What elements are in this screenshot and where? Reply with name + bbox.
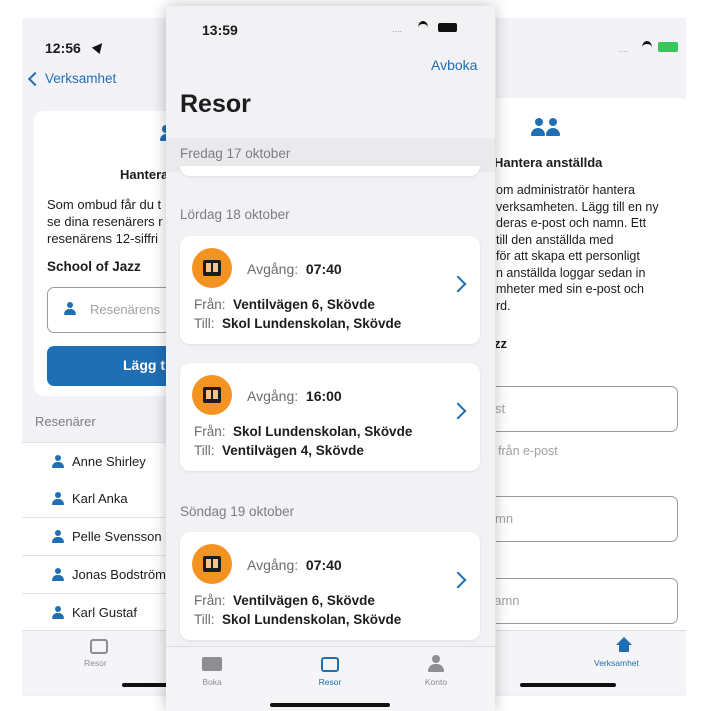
last-name-field[interactable]: namn <box>496 578 678 624</box>
email-field[interactable]: st <box>496 386 678 432</box>
chevron-left-icon <box>27 71 43 86</box>
trip-to: Till: Skol Lundenskolan, Skövde <box>194 316 402 331</box>
tab-bar: Boka Resor Konto <box>166 646 495 711</box>
fetch-email-hint[interactable]: från e-post <box>498 444 558 458</box>
main-screen: 13:59 .... Avboka Resor Fredag 17 oktobe… <box>166 6 495 711</box>
chevron-right-icon <box>449 571 467 589</box>
calendar-icon[interactable] <box>90 639 108 654</box>
status-time: 13:59 <box>202 22 238 38</box>
page-title: Resor <box>180 90 251 118</box>
school-book-icon <box>192 375 232 415</box>
account-person-icon[interactable] <box>428 655 444 673</box>
section-header-travelers: Resenärer <box>35 414 96 429</box>
person-icon <box>64 302 76 315</box>
signal-icon: .... <box>392 24 403 34</box>
person-icon <box>52 492 64 505</box>
tab-resor[interactable]: Resor <box>84 658 107 668</box>
trip-from: Från: Ventilvägen 6, Skövde <box>194 593 375 608</box>
back-button[interactable]: Verksamhet <box>27 71 117 86</box>
status-time: 12:56 <box>45 40 81 56</box>
person-icon <box>52 530 64 543</box>
trip-to: Till: Ventilvägen 4, Skövde <box>194 443 364 458</box>
section-saturday: Lördag 18 oktober <box>180 207 290 222</box>
home-icon-base <box>619 645 629 652</box>
signal-icon: .... <box>618 44 629 54</box>
home-indicator <box>270 703 390 707</box>
trip-card[interactable]: Avgång: 07:40 Från: Ventilvägen 6, Skövd… <box>180 532 480 640</box>
cancel-booking-button[interactable]: Avboka <box>431 57 477 73</box>
tab-verksamhet[interactable]: Verksamhet <box>594 658 639 668</box>
departure: Avgång: 07:40 <box>247 557 342 573</box>
chevron-right-icon <box>449 402 467 420</box>
card-title: Hantera anställda <box>496 155 603 170</box>
ticket-icon[interactable] <box>202 657 222 671</box>
school-book-icon <box>192 544 232 584</box>
back-label: Verksamhet <box>45 71 117 86</box>
people-icon <box>531 118 565 140</box>
tab-bar: Verksamhet <box>496 630 686 691</box>
first-name-field[interactable]: mn <box>496 496 678 542</box>
location-arrow-icon <box>91 39 107 55</box>
tab-boka[interactable]: Boka <box>182 677 242 687</box>
school-book-icon <box>192 248 232 288</box>
section-friday: Fredag 17 oktober <box>180 146 291 161</box>
card-title: Hantera <box>120 167 169 182</box>
right-screen: .... Hantera anställda om administratör … <box>496 18 686 696</box>
battery-icon <box>438 23 457 32</box>
tab-resor[interactable]: Resor <box>300 677 360 687</box>
trip-from: Från: Ventilvägen 6, Skövde <box>194 297 375 312</box>
person-icon <box>52 455 64 468</box>
trip-card-partial[interactable] <box>180 166 480 176</box>
trip-card[interactable]: Avgång: 07:40 Från: Ventilvägen 6, Skövd… <box>180 236 480 344</box>
trip-to: Till: Skol Lundenskolan, Skövde <box>194 612 402 627</box>
home-icon[interactable] <box>616 637 632 645</box>
add-button-label: Lägg t <box>123 357 165 373</box>
chevron-right-icon <box>449 275 467 293</box>
tab-konto[interactable]: Konto <box>406 677 466 687</box>
employees-card: Hantera anställda om administratör hante… <box>496 98 686 658</box>
person-icon <box>52 568 64 581</box>
wifi-icon <box>418 21 428 34</box>
input-placeholder: Resenärens <box>90 302 161 317</box>
section-sunday: Söndag 19 oktober <box>180 504 295 519</box>
wifi-icon <box>642 41 652 54</box>
home-indicator <box>520 683 616 687</box>
org-name: School of Jazz <box>47 259 141 274</box>
card-body: om administratör hantera verksamheten. L… <box>496 183 659 313</box>
org-name: zz <box>496 336 507 351</box>
trip-card[interactable]: Avgång: 16:00 Från: Skol Lundenskolan, S… <box>180 363 480 471</box>
departure: Avgång: 16:00 <box>247 388 342 404</box>
person-icon <box>52 606 64 619</box>
card-body: Som ombud får du t se dina resenärers r … <box>47 197 163 246</box>
calendar-icon[interactable] <box>321 657 339 672</box>
battery-charging-icon <box>658 42 678 52</box>
trip-from: Från: Skol Lundenskolan, Skövde <box>194 424 413 439</box>
departure: Avgång: 07:40 <box>247 261 342 277</box>
